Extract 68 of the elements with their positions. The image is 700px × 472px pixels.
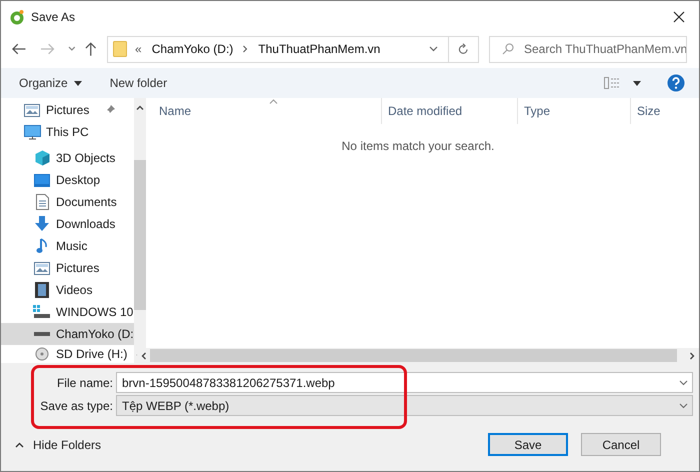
scroll-left-icon[interactable]	[141, 352, 146, 360]
sidebar-item[interactable]: Music	[1, 235, 134, 257]
sidebar-scrollbar[interactable]	[134, 98, 146, 363]
scrollbar-thumb[interactable]	[150, 349, 677, 362]
sidebar-item[interactable]: Desktop	[1, 169, 134, 191]
folder-icon	[113, 41, 127, 57]
app-logo-icon	[9, 8, 25, 24]
column-header[interactable]: Size	[630, 98, 690, 124]
computer-icon	[24, 124, 40, 140]
sidebar-item[interactable]: 3D Objects	[1, 147, 134, 169]
drive-icon	[33, 305, 51, 319]
scrollbar-thumb[interactable]	[134, 160, 146, 310]
hide-folders-button[interactable]: Hide Folders	[15, 436, 102, 454]
drive-icon	[33, 330, 51, 338]
sidebar-item[interactable]: Videos	[1, 279, 134, 301]
chevron-down-icon[interactable]	[679, 402, 688, 408]
picture-icon	[24, 104, 40, 116]
chevron-right-icon[interactable]	[243, 45, 248, 53]
breadcrumb-item[interactable]: ThuThuatPhanMem.vn	[258, 40, 380, 58]
music-note-icon	[36, 238, 48, 254]
chevron-down-icon[interactable]	[679, 380, 688, 386]
desktop-icon	[34, 174, 50, 186]
up-arrow-icon[interactable]	[84, 41, 97, 57]
sidebar-item[interactable]: WINDOWS 10	[1, 301, 134, 323]
sidebar-item[interactable]: This PC	[1, 121, 134, 143]
close-icon	[673, 10, 685, 22]
refresh-icon	[458, 43, 469, 55]
breadcrumb-overflow[interactable]: «	[135, 40, 142, 58]
sidebar-item[interactable]: Downloads	[1, 213, 134, 235]
dropdown-caret-icon	[74, 80, 82, 86]
address-bar[interactable]: « ChamYoko (D:) ThuThuatPhanMem.vn	[107, 36, 479, 62]
file-type-dropdown[interactable]: Tệp WEBP (*.webp)	[116, 395, 693, 416]
file-name-field[interactable]: brvn-15950048783381206275371.webp	[116, 372, 693, 393]
new-folder-button[interactable]: New folder	[110, 74, 168, 92]
picture-icon	[34, 262, 50, 274]
field-label: File name:	[56, 374, 114, 392]
dialog-button[interactable]: Save	[488, 433, 568, 456]
cube-icon	[34, 150, 50, 166]
column-header[interactable]: Date modified	[381, 98, 517, 124]
scroll-up-icon[interactable]	[136, 105, 144, 110]
view-options-icon[interactable]	[604, 77, 620, 89]
column-header[interactable]: Type	[517, 98, 630, 124]
back-arrow-icon[interactable]	[11, 42, 26, 56]
organize-menu-button[interactable]: Organize	[19, 74, 82, 92]
dropdown-caret-icon[interactable]	[633, 80, 641, 86]
disc-icon	[35, 347, 49, 361]
horizontal-scrollbar[interactable]	[137, 348, 699, 363]
chevron-up-icon	[15, 442, 24, 448]
download-arrow-icon	[34, 216, 50, 232]
sidebar-item[interactable]: SD Drive (H:)	[1, 345, 134, 363]
window-title: Save As	[31, 8, 76, 26]
document-icon	[36, 194, 48, 210]
film-icon	[35, 282, 49, 298]
scroll-right-icon[interactable]	[690, 352, 695, 360]
sidebar-item[interactable]: Pictures	[1, 257, 134, 279]
sidebar-item[interactable]: Documents	[1, 191, 134, 213]
sort-caret-icon	[269, 99, 278, 104]
empty-message: No items match your search.	[342, 138, 494, 155]
search-icon	[502, 43, 514, 55]
sidebar-item[interactable]: ChamYoko (D:	[1, 323, 134, 345]
breadcrumb-item[interactable]: ChamYoko (D:)	[152, 40, 234, 58]
field-label: Save as type:	[39, 398, 114, 414]
sidebar-item[interactable]: Pictures	[1, 99, 134, 121]
help-icon[interactable]	[667, 74, 685, 92]
chevron-down-icon[interactable]	[429, 46, 438, 52]
dialog-button[interactable]: Cancel	[581, 433, 661, 456]
column-header[interactable]: Name	[137, 98, 381, 124]
chevron-down-icon[interactable]	[68, 46, 76, 52]
